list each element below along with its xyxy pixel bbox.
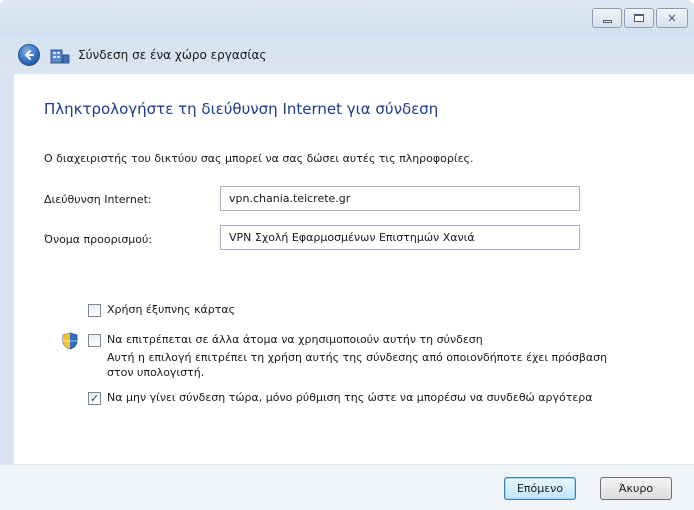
back-arrow-icon [25,50,34,60]
minimize-button[interactable] [592,8,622,28]
navigation-bar: Σύνδεση σε ένα χώρο εργασίας [0,36,694,74]
close-icon: ✕ [667,11,677,25]
network-connection-icon [50,49,70,64]
page-heading: Πληκτρολογήστε τη διεύθυνση Internet για… [44,100,439,118]
internet-address-label: Διεύθυνση Internet: [44,193,152,206]
internet-address-input[interactable]: vpn.chania.teicrete.gr [220,186,580,211]
info-text: Ο διαχειριστής του δικτύου σας μπορεί να… [44,152,474,165]
allow-others-description-line1: Αυτή η επιλογή επιτρέπει τη χρήση αυτής … [107,351,608,364]
close-button[interactable]: ✕ [656,8,688,28]
back-button[interactable] [18,44,40,66]
uac-shield-icon [62,332,78,350]
allow-others-label[interactable]: Να επιτρέπεται σε άλλα άτομα να χρησιμοπ… [107,333,483,346]
wizard-window: ✕ Σύνδεση σε ένα χώρο εργασίας Πληκτρολο… [0,0,694,510]
smart-card-label[interactable]: Χρήση έξυπνης κάρτας [107,303,235,316]
maximize-icon [634,14,644,22]
maximize-button[interactable] [624,8,654,28]
wizard-content: Πληκτρολογήστε τη διεύθυνση Internet για… [14,74,694,464]
caption-buttons: ✕ [592,8,688,28]
next-button[interactable]: Επόμενο [504,477,576,500]
smart-card-checkbox[interactable] [88,304,101,317]
title-bar[interactable]: ✕ [0,0,694,36]
minimize-icon [602,19,612,23]
allow-others-checkbox[interactable] [88,334,101,347]
destination-name-label: Όνομα προορισμού: [44,233,153,246]
dont-connect-label[interactable]: Να μην γίνει σύνδεση τώρα, μόνο ρύθμιση … [107,391,593,404]
cancel-button[interactable]: Άκυρο [600,477,672,500]
destination-name-input[interactable]: VPN Σχολή Εφαρμοσμένων Επιστημών Χανιά [220,225,580,250]
dont-connect-option[interactable]: ✓ Να μην γίνει σύνδεση τώρα, μόνο ρύθμισ… [88,391,593,405]
window-title: Σύνδεση σε ένα χώρο εργασίας [78,48,267,62]
dont-connect-checkbox[interactable]: ✓ [88,392,101,405]
smart-card-option[interactable]: Χρήση έξυπνης κάρτας [88,303,235,317]
wizard-footer: Επόμενο Άκυρο [0,464,694,510]
allow-others-description-line2: στον υπολογιστή. [107,366,205,379]
allow-others-option[interactable]: Να επιτρέπεται σε άλλα άτομα να χρησιμοπ… [88,333,483,347]
